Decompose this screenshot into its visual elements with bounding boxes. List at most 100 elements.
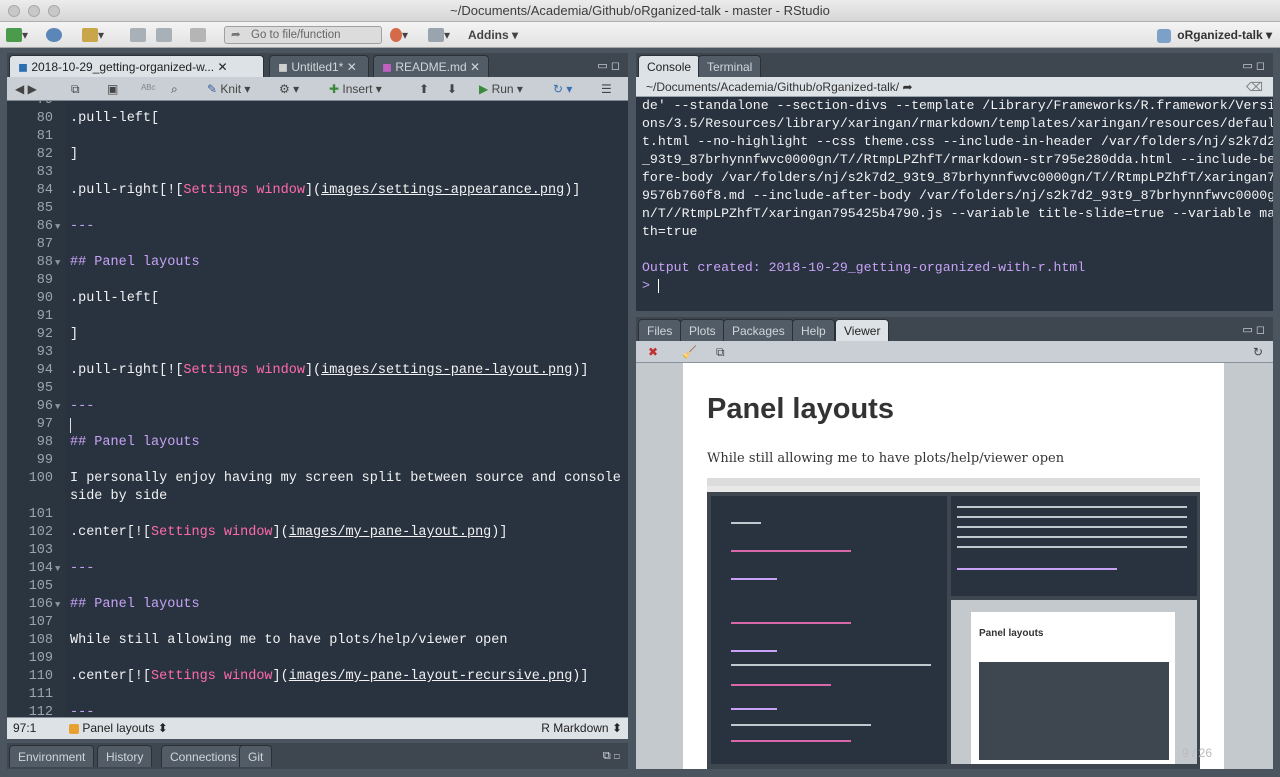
pane-minimize-maximize-icon[interactable]: ▭ ◻ [1242,323,1265,336]
files-tabs: Files Plots Packages Help Viewer ▭ ◻ [636,317,1273,341]
tab-packages[interactable]: Packages [723,319,794,341]
outline-icon[interactable]: ☰ [601,80,612,98]
close-tab-icon[interactable]: ✕ [347,60,357,74]
back-icon[interactable]: ◀ ▶ [15,80,37,98]
knit-icon: ✎ [207,82,218,96]
addins-label: Addins [468,28,509,42]
find-icon[interactable]: ⌕ [171,80,178,98]
show-in-window-icon[interactable]: ⧉ [71,80,80,98]
code-line: ## Panel layouts [70,435,200,450]
new-project-icon[interactable] [46,26,62,44]
save-icon[interactable] [130,26,146,44]
refresh-icon[interactable]: ↻ [1253,343,1263,361]
clear-viewer-icon[interactable]: ✖ [648,343,658,361]
broom-icon[interactable]: 🧹 [682,343,697,361]
version-control-icon[interactable]: ▾ [390,26,408,44]
settings-gear-icon[interactable]: ⚙ ▾ [279,80,299,98]
line-number: 107 [28,615,53,630]
fold-arrow-icon[interactable]: ▼ [55,600,60,610]
tab-help[interactable]: Help [792,319,835,341]
line-number: 79 [7,101,53,108]
pane-restore-icon[interactable]: ⧉ ◻ [603,750,620,763]
go-to-file-placeholder: Go to file/function [251,29,341,41]
r-file-icon: ◼ [278,60,288,74]
close-window-button[interactable] [8,5,20,17]
knit-button[interactable]: ✎ Knit ▾ [207,80,250,98]
export-icon[interactable]: ⧉ [716,343,725,361]
addins-menu[interactable]: Addins ▾ [468,26,518,44]
recursive-screenshot-image: Panel layouts [707,478,1200,769]
minimize-window-button[interactable] [28,5,40,17]
output-created-message: Output created: 2018-10-29_getting-organ… [642,260,1086,275]
slide-page-number: 9 / 26 [1182,746,1213,760]
line-number: 108 [28,633,53,648]
slide[interactable]: Panel layouts While still allowing me to… [683,363,1224,769]
workspace-panes-icon[interactable]: ▾ [428,26,450,44]
clear-console-icon[interactable]: ⌫ [1246,77,1263,97]
run-button[interactable]: ▶ Run ▾ [479,80,523,98]
code-line: .pull-left[ [70,111,160,126]
new-file-icon[interactable]: ▾ [6,26,28,44]
tab-terminal[interactable]: Terminal [698,55,762,77]
code-line: .pull-right[![Settings window](images/se… [70,363,589,378]
close-tab-icon[interactable]: ✕ [217,60,227,74]
file-type-selector[interactable]: R Markdown ⬍ [541,718,622,739]
code-line: side by side [70,489,168,504]
console-output[interactable]: de' --standalone --section-divs --templa… [636,97,1273,311]
save-all-icon[interactable] [156,26,172,44]
viewer-toolbar: ✖ 🧹 ⧉ ↻ [636,341,1273,363]
line-number: 93 [36,345,53,360]
insert-icon: ✚ [329,82,340,96]
code-line: .pull-right[![Settings window](images/se… [70,183,581,198]
tab-git[interactable]: Git [239,745,273,767]
code-editor[interactable]: 7980818283848586▼8788▼8990919293949596▼9… [7,101,628,717]
go-to-file-input[interactable]: ➦ Go to file/function [224,26,382,44]
code-line: While still allowing me to have plots/he… [70,633,508,648]
tab-readme[interactable]: ◼ README.md ✕ [373,55,489,77]
pane-minimize-maximize-icon[interactable]: ▭ ◻ [1242,59,1265,72]
fold-arrow-icon[interactable]: ▼ [55,258,60,268]
code-line: --- [70,399,95,414]
project-menu[interactable]: oRganized-talk ▾ [1157,26,1272,44]
rerun-icon[interactable]: ↻ ▾ [553,80,572,98]
code-line: .pull-left[ [70,291,160,306]
run-icon: ▶ [479,82,489,96]
console-path-bar: ~/Documents/Academia/Github/oRganized-ta… [636,77,1273,97]
pane-minimize-maximize-icon[interactable]: ▭ ◻ [597,59,620,72]
code-line: --- [70,219,95,234]
code-line: ] [70,147,79,162]
close-tab-icon[interactable]: ✕ [470,60,480,74]
tab-console[interactable]: Console [638,55,701,77]
tab-rmarkdown-file[interactable]: ◼ 2018-10-29_getting-organized-w... ✕ [9,55,264,77]
save-file-icon[interactable]: ▣ [107,80,118,98]
open-file-icon[interactable]: ▾ [82,26,104,44]
tab-environment[interactable]: Environment [9,745,95,767]
section-navigator[interactable]: Panel layouts ⬍ [69,718,168,739]
source-status-bar: 97:1 Panel layouts ⬍ R Markdown ⬍ [7,717,628,739]
fold-arrow-icon[interactable]: ▼ [55,222,60,232]
tab-files[interactable]: Files [638,319,682,341]
tab-viewer[interactable]: Viewer [835,319,890,341]
insert-chunk-button[interactable]: ✚ Insert ▾ [329,80,382,98]
fold-arrow-icon[interactable]: ▼ [55,402,60,412]
line-number: 88 [36,255,53,270]
code-line: I personally enjoy having my screen spli… [70,471,621,486]
previous-chunk-icon[interactable]: ⬆ [419,80,429,98]
line-number: 91 [36,309,53,324]
line-number: 102 [28,525,53,540]
next-chunk-icon[interactable]: ⬇ [447,80,457,98]
spellcheck-icon[interactable]: ᴬᴮᶜ [141,80,156,98]
line-number: 89 [36,273,53,288]
tab-untitled[interactable]: ◼ Untitled1* ✕ [269,55,369,77]
zoom-window-button[interactable] [48,5,60,17]
go-to-directory-icon[interactable]: ➦ [902,80,912,94]
fold-arrow-icon[interactable]: ▼ [55,564,60,574]
code-line: .center[![Settings window](images/my-pan… [70,669,589,684]
tab-plots[interactable]: Plots [680,319,725,341]
line-number: 103 [28,543,53,558]
print-icon[interactable] [190,26,206,44]
tab-connections[interactable]: Connections [161,745,246,767]
tab-history[interactable]: History [97,745,153,767]
arrow-icon: ➦ [231,29,241,41]
line-number: 94 [36,363,53,378]
